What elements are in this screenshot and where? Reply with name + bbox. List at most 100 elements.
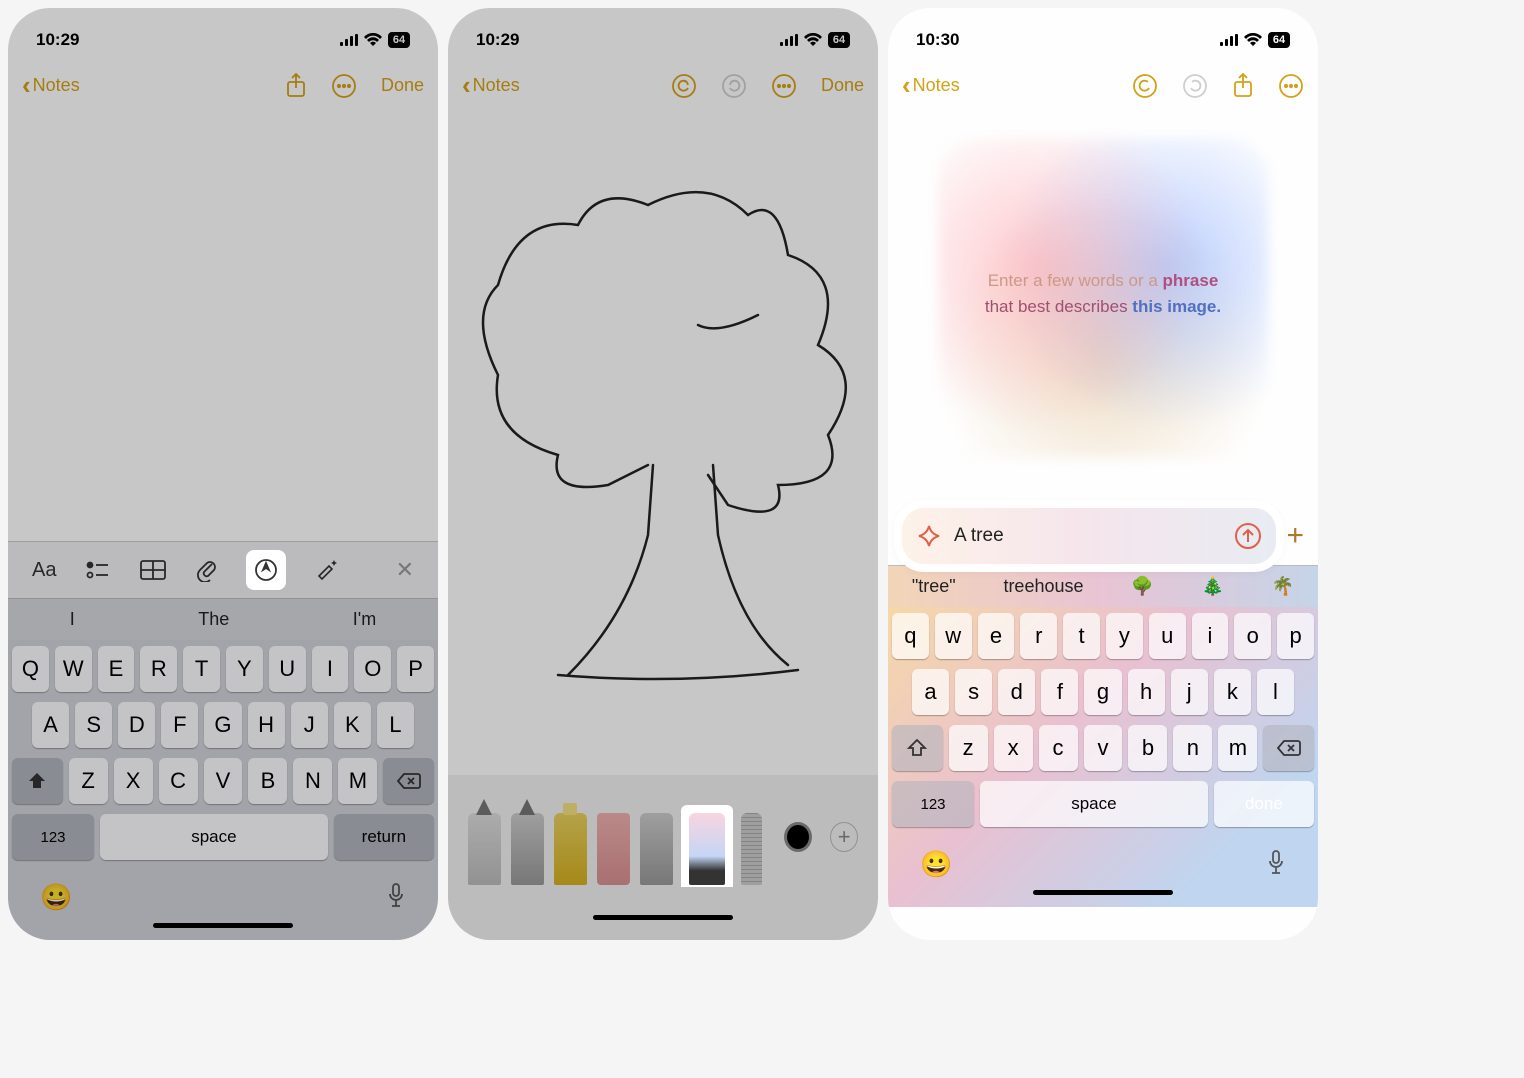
suggestion-1[interactable]: "tree" [912, 576, 956, 597]
markup-button[interactable] [248, 552, 284, 588]
prompt-input[interactable]: A tree [954, 525, 1222, 547]
key-z[interactable]: z [949, 725, 988, 771]
key-d[interactable]: D [118, 702, 155, 748]
key-w[interactable]: W [55, 646, 92, 692]
key-b[interactable]: B [248, 758, 287, 804]
shift-key[interactable] [12, 758, 63, 804]
key-f[interactable]: F [161, 702, 198, 748]
space-key[interactable]: space [100, 814, 328, 860]
highlighter-tool[interactable] [554, 813, 587, 885]
share-icon[interactable] [1232, 73, 1254, 99]
key-h[interactable]: h [1128, 669, 1165, 715]
back-button[interactable]: ‹ Notes [462, 70, 520, 101]
table-button[interactable] [140, 560, 166, 580]
key-c[interactable]: C [159, 758, 198, 804]
return-key[interactable]: return [334, 814, 434, 860]
emoji-key[interactable]: 😀 [40, 882, 72, 913]
color-picker[interactable] [784, 822, 812, 852]
key-v[interactable]: V [204, 758, 243, 804]
fine-pen-tool[interactable] [511, 813, 544, 885]
key-p[interactable]: p [1277, 613, 1314, 659]
suggestion-1[interactable]: I [70, 609, 75, 630]
key-y[interactable]: y [1106, 613, 1143, 659]
drawing-canvas[interactable] [448, 115, 878, 775]
more-icon[interactable] [1278, 73, 1304, 99]
key-y[interactable]: Y [226, 646, 263, 692]
more-icon[interactable] [771, 73, 797, 99]
backspace-key[interactable] [1263, 725, 1314, 771]
key-h[interactable]: H [248, 702, 285, 748]
key-q[interactable]: q [892, 613, 929, 659]
emoji-suggestion-1[interactable]: 🌳 [1131, 576, 1153, 597]
add-element-button[interactable]: + [1286, 519, 1304, 553]
suggestion-3[interactable]: I'm [353, 609, 376, 630]
key-x[interactable]: X [114, 758, 153, 804]
key-j[interactable]: J [291, 702, 328, 748]
shift-key[interactable] [892, 725, 943, 771]
redo-button[interactable] [721, 73, 747, 99]
ruler-tool[interactable] [741, 813, 763, 885]
done-button[interactable]: Done [821, 75, 864, 96]
pen-tool[interactable] [468, 813, 501, 885]
magic-button[interactable] [314, 558, 340, 582]
key-k[interactable]: k [1214, 669, 1251, 715]
checklist-button[interactable] [86, 560, 110, 580]
key-j[interactable]: j [1171, 669, 1208, 715]
key-i[interactable]: i [1192, 613, 1229, 659]
key-b[interactable]: b [1128, 725, 1167, 771]
home-indicator[interactable] [1033, 890, 1173, 895]
key-v[interactable]: v [1084, 725, 1123, 771]
numbers-key[interactable]: 123 [12, 814, 94, 860]
submit-button[interactable] [1234, 522, 1262, 550]
key-l[interactable]: l [1257, 669, 1294, 715]
emoji-suggestion-2[interactable]: 🎄 [1201, 576, 1223, 597]
pencil-tool[interactable] [640, 813, 673, 885]
eraser-tool[interactable] [597, 813, 630, 885]
redo-button[interactable] [1182, 73, 1208, 99]
key-a[interactable]: A [32, 702, 69, 748]
close-toolbar-button[interactable]: ✕ [396, 557, 414, 583]
undo-button[interactable] [671, 73, 697, 99]
key-u[interactable]: U [269, 646, 306, 692]
backspace-key[interactable] [383, 758, 434, 804]
done-button[interactable]: Done [381, 75, 424, 96]
emoji-key[interactable]: 😀 [920, 849, 952, 880]
key-r[interactable]: R [140, 646, 177, 692]
key-t[interactable]: T [183, 646, 220, 692]
key-e[interactable]: E [98, 646, 135, 692]
key-l[interactable]: L [377, 702, 414, 748]
key-s[interactable]: S [75, 702, 112, 748]
key-z[interactable]: Z [69, 758, 108, 804]
key-i[interactable]: I [312, 646, 349, 692]
space-key[interactable]: space [980, 781, 1208, 827]
key-d[interactable]: d [998, 669, 1035, 715]
dictation-key[interactable] [1266, 849, 1286, 880]
attachment-button[interactable] [196, 558, 218, 582]
key-k[interactable]: K [334, 702, 371, 748]
numbers-key[interactable]: 123 [892, 781, 974, 827]
key-u[interactable]: u [1149, 613, 1186, 659]
home-indicator[interactable] [593, 915, 733, 920]
undo-button[interactable] [1132, 73, 1158, 99]
key-g[interactable]: g [1084, 669, 1121, 715]
key-p[interactable]: P [397, 646, 434, 692]
emoji-suggestion-3[interactable]: 🌴 [1272, 576, 1294, 597]
key-f[interactable]: f [1041, 669, 1078, 715]
key-e[interactable]: e [978, 613, 1015, 659]
key-n[interactable]: n [1173, 725, 1212, 771]
key-r[interactable]: r [1020, 613, 1057, 659]
key-o[interactable]: O [354, 646, 391, 692]
key-g[interactable]: G [204, 702, 241, 748]
back-button[interactable]: ‹ Notes [902, 70, 960, 101]
note-body[interactable] [8, 115, 438, 541]
key-c[interactable]: c [1039, 725, 1078, 771]
key-m[interactable]: M [338, 758, 377, 804]
home-indicator[interactable] [153, 923, 293, 928]
text-format-button[interactable]: Aa [32, 559, 56, 582]
image-wand-tool[interactable] [683, 807, 731, 885]
key-n[interactable]: N [293, 758, 332, 804]
suggestion-2[interactable]: treehouse [1003, 576, 1083, 597]
key-m[interactable]: m [1218, 725, 1257, 771]
key-q[interactable]: Q [12, 646, 49, 692]
back-button[interactable]: ‹ Notes [22, 70, 80, 101]
